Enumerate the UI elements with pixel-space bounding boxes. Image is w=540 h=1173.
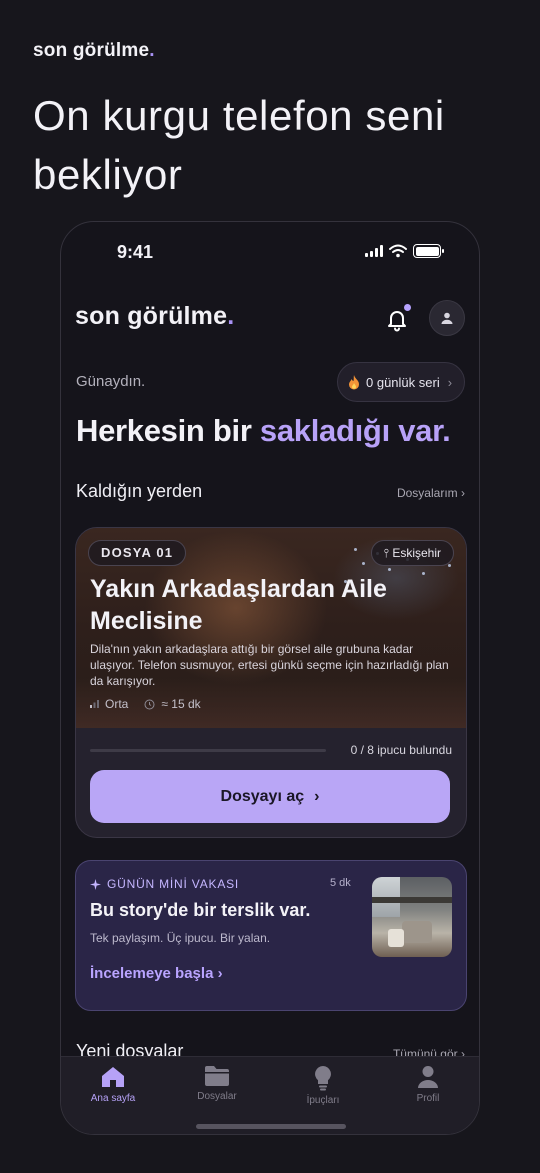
user-icon (441, 312, 453, 324)
fire-icon (349, 374, 359, 389)
marketing-headline: On kurgu telefon seni bekliyor (33, 92, 445, 198)
case-meta: Orta ≈ 15 dk (90, 697, 201, 711)
user-icon (418, 1066, 438, 1088)
phone-frame: 9:41 son görülme. Günaydın. 0 günlük ser… (60, 221, 480, 1135)
tab-bar: Ana sayfa Dosyalar İpuçları Profil (61, 1056, 479, 1134)
home-icon (102, 1067, 124, 1087)
cellular-signal-icon (365, 245, 383, 257)
mini-case-subtitle: Tek paylaşım. Üç ipucu. Bir yalan. (90, 931, 271, 945)
mini-case-duration: 5 dk (330, 877, 351, 889)
mini-case-tag: GÜNÜN MİNİ VAKASI (90, 877, 239, 891)
profile-button[interactable] (429, 300, 465, 336)
notification-badge (404, 304, 411, 311)
difficulty-label: Orta (105, 697, 129, 711)
case-number-badge: DOSYA 01 (88, 540, 187, 566)
status-icons (365, 244, 444, 258)
start-investigation-link[interactable]: İncelemeye başla › (90, 965, 223, 982)
tab-clues[interactable]: İpuçları (288, 1065, 358, 1106)
case-location-badge: ⫯ Eskişehir (370, 540, 454, 566)
lightbulb-icon (315, 1066, 331, 1091)
my-files-link[interactable]: Dosyalarım › (397, 486, 465, 500)
tab-files[interactable]: Dosyalar (182, 1065, 252, 1102)
tab-home[interactable]: Ana sayfa (78, 1065, 148, 1104)
case-card[interactable]: DOSYA 01 ⫯ Eskişehir Yakın Arkadaşlardan… (75, 527, 467, 838)
wifi-icon (389, 244, 407, 258)
tab-profile[interactable]: Profil (393, 1065, 463, 1104)
mini-case-thumbnail (372, 877, 452, 957)
battery-icon (413, 244, 444, 258)
sparkle-icon (90, 878, 101, 890)
daily-mini-case-card[interactable]: GÜNÜN MİNİ VAKASI 5 dk Bu story'de bir t… (75, 860, 467, 1011)
chevron-right-icon: › (447, 374, 453, 390)
mini-case-title: Bu story'de bir terslik var. (90, 900, 311, 920)
chevron-right-icon: › (217, 965, 223, 982)
app-logo: son görülme. (75, 302, 235, 330)
status-time: 9:41 (117, 242, 154, 262)
duration-label: ≈ 15 dk (161, 697, 201, 711)
chevron-right-icon: › (461, 486, 465, 500)
difficulty-icon (90, 700, 99, 708)
hero-title: Herkesin bir sakladığı var. (76, 413, 451, 448)
clock-icon (144, 699, 155, 709)
home-indicator (196, 1124, 346, 1129)
chevron-right-icon: › (314, 787, 320, 805)
streak-button[interactable]: 0 günlük seri › (337, 362, 465, 402)
greeting-text: Günaydın. (76, 373, 146, 390)
folder-icon (205, 1066, 229, 1086)
marketing-brand: son görülme. (33, 40, 155, 61)
clue-progress-label: 0 / 8 ipucu bulundu (350, 743, 452, 757)
continue-section-title: Kaldığın yerden (76, 481, 203, 501)
streak-label: 0 günlük seri (366, 374, 440, 390)
case-description: Dila'nın yakın arkadaşlara attığı bir gö… (90, 642, 449, 688)
case-title: Yakın Arkadaşlardan Aile Meclisine (90, 575, 387, 635)
clue-progress-bar (90, 749, 326, 752)
status-bar: 9:41 (61, 222, 479, 282)
open-file-button[interactable]: Dosyayı aç › (90, 770, 450, 823)
pin-icon: ⫯ (383, 546, 389, 560)
